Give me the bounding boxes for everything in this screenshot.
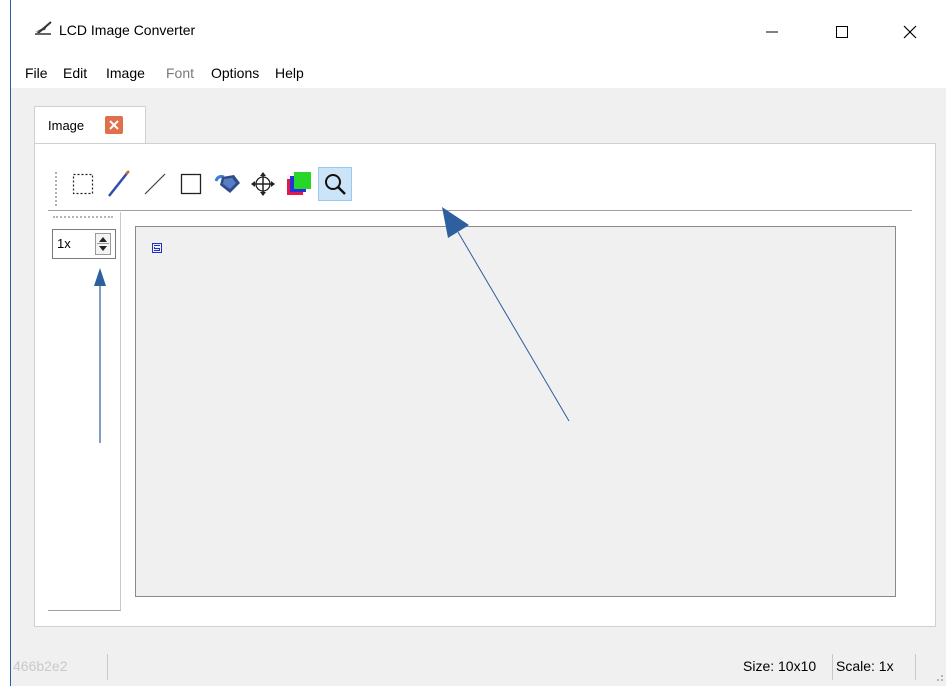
tab-image[interactable]: Image bbox=[34, 106, 146, 144]
move-tool[interactable] bbox=[246, 167, 280, 201]
tab-label: Image bbox=[48, 118, 85, 133]
color-swap-tool[interactable] bbox=[282, 167, 316, 201]
status-size: Size: 10x10 bbox=[743, 658, 817, 674]
close-icon bbox=[109, 120, 119, 130]
close-icon bbox=[903, 25, 917, 39]
toolbar-divider bbox=[48, 210, 912, 211]
scale-sidebar: 1x bbox=[48, 212, 121, 611]
status-separator bbox=[107, 654, 108, 680]
spinner-up-icon[interactable] bbox=[99, 237, 107, 242]
rect-select-icon bbox=[72, 173, 94, 195]
window-title: LCD Image Converter bbox=[59, 22, 196, 38]
status-bar: 466b2e2 Size: 10x10 Scale: 1x bbox=[11, 648, 946, 686]
menu-edit[interactable]: Edit bbox=[63, 65, 87, 81]
pen-icon bbox=[108, 170, 130, 197]
scale-value: 1x bbox=[57, 236, 71, 251]
fill-tool[interactable] bbox=[210, 167, 244, 201]
color-swap-icon bbox=[287, 172, 311, 195]
rectangle-tool[interactable] bbox=[174, 167, 208, 201]
pen-tool[interactable] bbox=[102, 167, 136, 201]
image-canvas[interactable] bbox=[135, 226, 896, 597]
sidebar-grip[interactable] bbox=[53, 216, 113, 220]
minimize-button[interactable] bbox=[749, 12, 795, 52]
status-separator bbox=[915, 654, 916, 680]
rectangle-icon bbox=[180, 173, 202, 195]
menu-image[interactable]: Image bbox=[106, 65, 145, 81]
menu-file[interactable]: File bbox=[25, 65, 48, 81]
close-button[interactable] bbox=[887, 12, 933, 52]
app-logo-icon bbox=[35, 21, 52, 35]
maximize-icon bbox=[836, 26, 848, 38]
scale-spinner[interactable]: 1x bbox=[52, 229, 116, 259]
status-separator bbox=[832, 654, 833, 680]
image-editor-panel: 1x bbox=[34, 143, 936, 627]
status-scale: Scale: 1x bbox=[836, 658, 894, 674]
title-bar[interactable]: LCD Image Converter bbox=[11, 0, 946, 60]
spinner-buttons[interactable] bbox=[95, 233, 111, 255]
move-icon bbox=[251, 172, 275, 196]
pixel-image[interactable] bbox=[152, 243, 162, 253]
menu-font[interactable]: Font bbox=[166, 65, 194, 81]
menu-help[interactable]: Help bbox=[275, 65, 304, 81]
menu-options[interactable]: Options bbox=[211, 65, 259, 81]
toolbar-handle[interactable] bbox=[55, 172, 59, 206]
spinner-divider bbox=[97, 243, 109, 244]
spinner-down-icon[interactable] bbox=[99, 246, 107, 251]
minimize-icon bbox=[766, 31, 778, 33]
maximize-button[interactable] bbox=[819, 12, 865, 52]
fill-bucket-icon bbox=[214, 175, 240, 193]
resize-grip-icon[interactable] bbox=[932, 670, 944, 682]
zoom-tool[interactable] bbox=[318, 167, 352, 201]
rect-select-tool[interactable] bbox=[66, 167, 100, 201]
tab-close-button[interactable] bbox=[105, 116, 123, 134]
line-icon bbox=[144, 173, 166, 195]
zoom-icon bbox=[325, 174, 346, 195]
status-commit: 466b2e2 bbox=[13, 658, 68, 674]
app-window: LCD Image Converter File Edit Image Font… bbox=[10, 0, 946, 686]
line-tool[interactable] bbox=[138, 167, 172, 201]
menu-bar: File Edit Image Font Options Help bbox=[11, 60, 946, 88]
